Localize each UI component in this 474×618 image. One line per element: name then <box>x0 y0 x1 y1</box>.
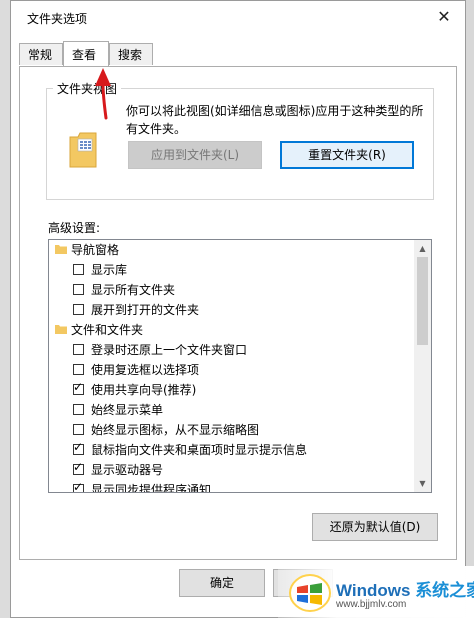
titlebar: 文件夹选项 ✕ <box>11 1 465 33</box>
checkbox[interactable] <box>73 264 84 275</box>
checkbox[interactable] <box>73 424 84 435</box>
tab-strip: 常规 查看 搜索 <box>19 41 459 67</box>
scroll-up-icon[interactable]: ▲ <box>414 240 431 257</box>
scroll-thumb[interactable] <box>417 257 428 345</box>
window-title: 文件夹选项 <box>27 12 88 26</box>
check-icon: ✓ <box>73 480 84 493</box>
tab-search[interactable]: 搜索 <box>109 43 153 65</box>
tree-item-label: 显示所有文件夹 <box>91 283 176 297</box>
checkbox[interactable] <box>73 364 84 375</box>
folder-views-description: 你可以将此视图(如详细信息或图标)应用于这种类型的所有文件夹。 <box>126 104 424 136</box>
checkbox[interactable] <box>73 344 84 355</box>
view-tab-panel: 文件夹视图 你可以将此视图(如详细信息或图标)应用于这种类型的所有文件夹。 应用… <box>19 66 457 560</box>
tree-item-label: 使用复选框以选择项 <box>91 363 200 377</box>
folder-icon <box>55 245 67 254</box>
scroll-down-icon[interactable]: ▼ <box>414 475 431 492</box>
watermark-title-en: Windows <box>336 581 411 600</box>
folder-views-label: 文件夹视图 <box>53 80 122 97</box>
tree-item-label: 显示驱动器号 <box>91 463 164 477</box>
checkbox-checked[interactable]: ✓ <box>73 480 84 493</box>
tree-item-label: 显示同步提供程序通知 <box>91 483 212 493</box>
checkbox[interactable] <box>73 304 84 315</box>
tab-general[interactable]: 常规 <box>19 43 63 65</box>
folder-options-dialog: 文件夹选项 ✕ 常规 查看 搜索 文件夹视图 你可以将此视图(如详细信息或图标) <box>10 0 466 618</box>
tree-scrollbar[interactable]: ▲ ▼ <box>414 240 431 492</box>
checkbox-checked[interactable]: ✓ <box>73 380 84 395</box>
checkbox[interactable] <box>73 404 84 415</box>
tree-item-label: 登录时还原上一个文件夹窗口 <box>91 343 248 357</box>
advanced-settings-tree[interactable]: 导航窗格 显示库 显示所有文件夹 展开到打开的文件夹 文件和文件夹 登录时还原上… <box>48 239 432 493</box>
ok-button[interactable]: 确定 <box>179 569 265 597</box>
check-icon: ✓ <box>73 380 84 394</box>
checkbox-checked[interactable]: ✓ <box>73 460 84 475</box>
tree-item-label: 使用共享向导(推荐) <box>91 383 197 397</box>
close-icon[interactable]: ✕ <box>433 6 455 28</box>
check-icon: ✓ <box>73 460 84 474</box>
advanced-settings-label: 高级设置: <box>48 221 101 235</box>
watermark-title-cn: 系统之家 <box>415 581 474 600</box>
site-watermark: Windows 系统之家 www.bjjmlv.com <box>278 566 474 618</box>
tree-item-label: 鼠标指向文件夹和桌面项时显示提示信息 <box>91 443 308 457</box>
folder-icon <box>55 325 67 334</box>
tree-folder-label: 文件和文件夹 <box>71 323 144 337</box>
tree-item-label: 显示库 <box>91 263 128 277</box>
tree-item-label: 始终显示图标，从不显示缩略图 <box>91 423 260 437</box>
tab-view[interactable]: 查看 <box>63 41 109 66</box>
restore-defaults-button[interactable]: 还原为默认值(D) <box>312 513 438 541</box>
windows-logo-icon <box>288 573 332 613</box>
folder-icon <box>69 132 97 168</box>
tree-item-label: 始终显示菜单 <box>91 403 164 417</box>
apply-to-folders-button[interactable]: 应用到文件夹(L) <box>128 141 262 169</box>
checkbox[interactable] <box>73 284 84 295</box>
tree-folder-label: 导航窗格 <box>71 243 120 257</box>
checkbox-checked[interactable]: ✓ <box>73 440 84 455</box>
check-icon: ✓ <box>73 440 84 454</box>
tree-item-label: 展开到打开的文件夹 <box>91 303 200 317</box>
watermark-url: www.bjjmlv.com <box>336 599 407 610</box>
watermark-title: Windows 系统之家 <box>336 576 474 601</box>
reset-folders-button[interactable]: 重置文件夹(R) <box>280 141 414 169</box>
background-right <box>466 0 474 618</box>
folder-views-group: 文件夹视图 你可以将此视图(如详细信息或图标)应用于这种类型的所有文件夹。 应用… <box>46 80 434 200</box>
